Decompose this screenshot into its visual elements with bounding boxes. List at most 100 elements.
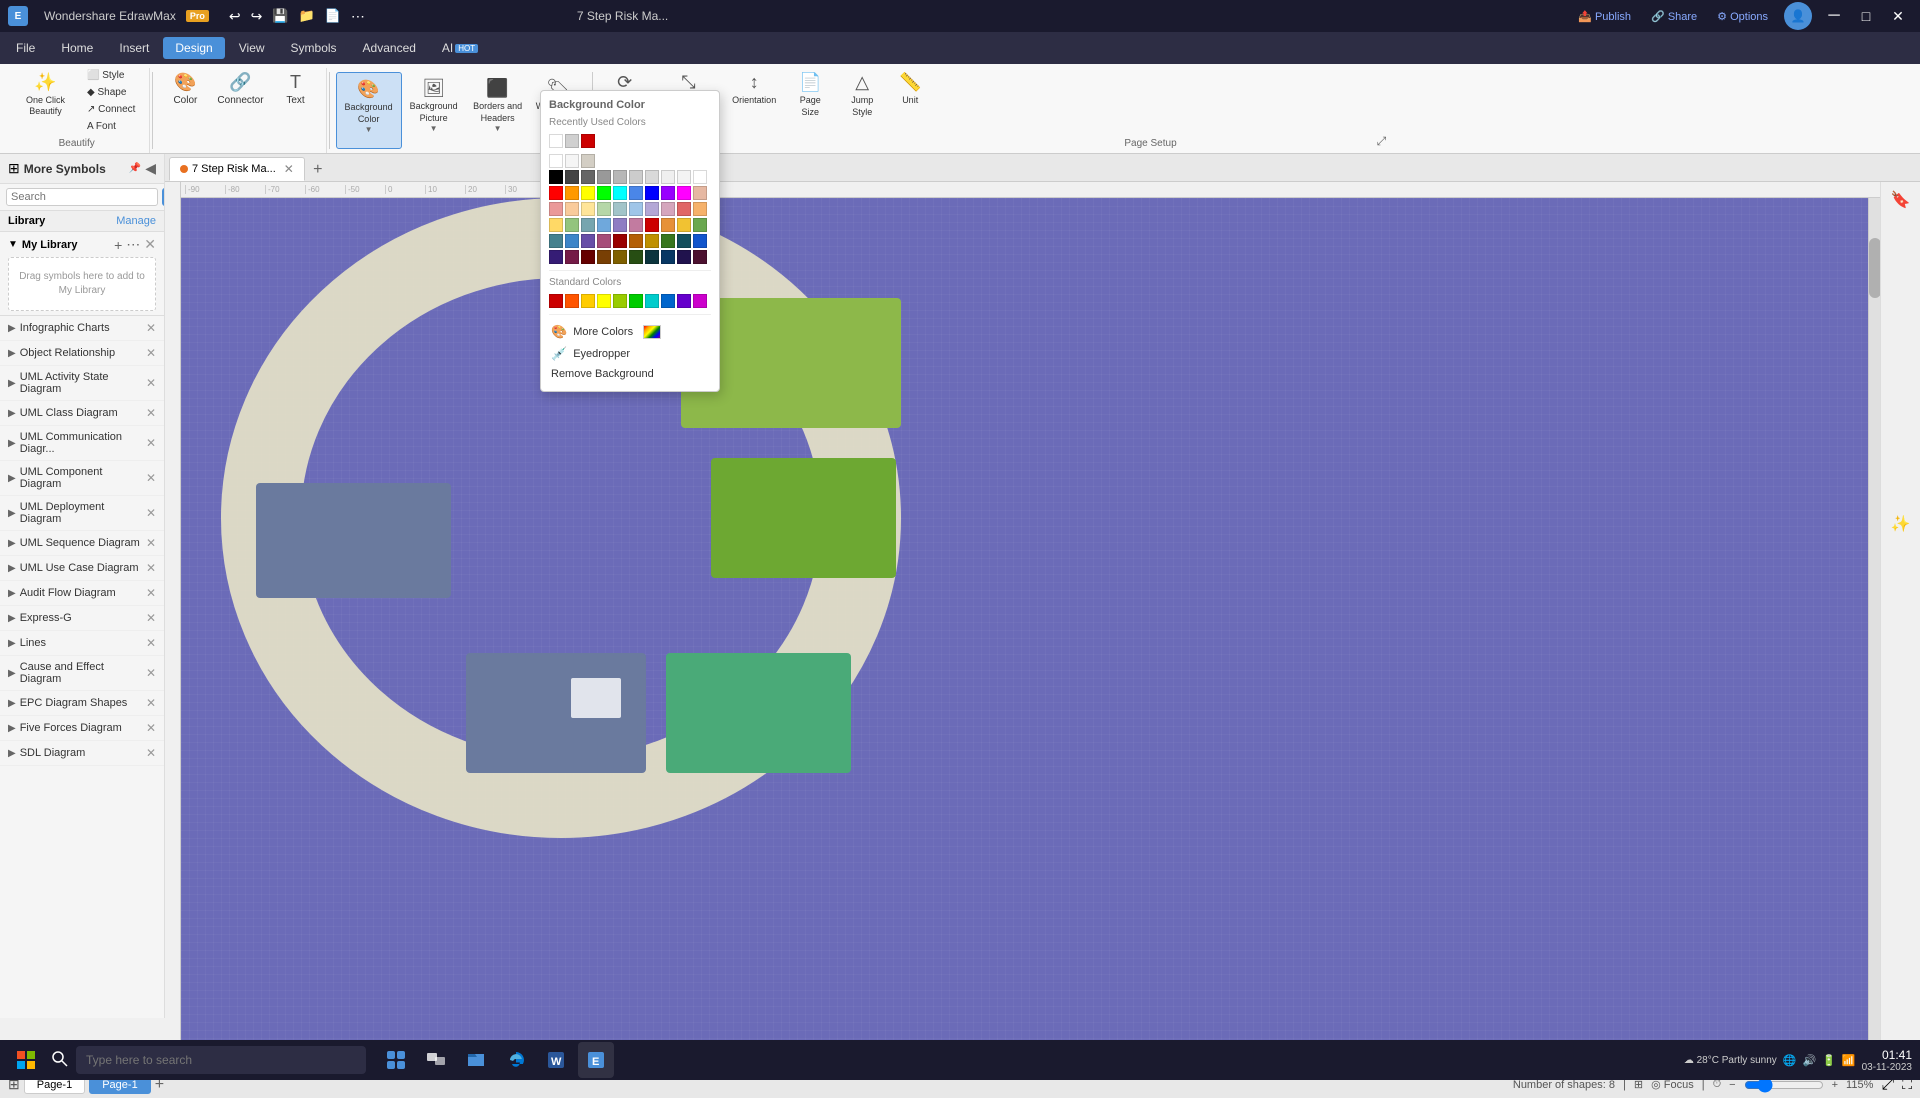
close-icon-1[interactable]: ✕	[146, 321, 156, 335]
recent-color-red[interactable]	[581, 134, 595, 148]
swatch-white2[interactable]	[565, 154, 579, 168]
cp-s-6-3[interactable]	[581, 250, 595, 264]
cp-s-5-5[interactable]	[613, 234, 627, 248]
cp-s-4-3[interactable]	[581, 218, 595, 232]
color-dropdown-button[interactable]: 🎨 Color	[163, 68, 207, 110]
close-icon-7[interactable]: ✕	[146, 506, 156, 520]
close-icon-16[interactable]: ✕	[146, 746, 156, 760]
font-btn[interactable]: A Font	[81, 119, 141, 134]
cp-s-3-10[interactable]	[693, 202, 707, 216]
std-green[interactable]	[629, 294, 643, 308]
jump-style-button[interactable]: △ JumpStyle	[838, 68, 886, 122]
cp-s-3-8[interactable]	[661, 202, 675, 216]
lib-item-audit[interactable]: ▶ Audit Flow Diagram ✕	[0, 581, 164, 606]
lib-item-epc[interactable]: ▶ EPC Diagram Shapes ✕	[0, 691, 164, 716]
connection-btn[interactable]: ↗ Connect	[81, 102, 141, 117]
language-icon[interactable]: 🌐	[1783, 1054, 1797, 1067]
cp-s-6-7[interactable]	[645, 250, 659, 264]
std-lime[interactable]	[613, 294, 627, 308]
close-icon-8[interactable]: ✕	[146, 536, 156, 550]
new-file-button[interactable]: 📄	[321, 6, 345, 27]
cp-s-1-3[interactable]	[581, 170, 595, 184]
cp-s-6-2[interactable]	[565, 250, 579, 264]
cp-s-1-2[interactable]	[565, 170, 579, 184]
zoom-in-button[interactable]: +	[1832, 1079, 1838, 1091]
taskbar-app-edge[interactable]	[498, 1042, 534, 1078]
cp-s-4-10[interactable]	[693, 218, 707, 232]
undo-button[interactable]: ↩	[225, 6, 245, 27]
cp-s-6-10[interactable]	[693, 250, 707, 264]
redo-button[interactable]: ↪	[247, 6, 267, 27]
cp-s-4-8[interactable]	[661, 218, 675, 232]
std-yellow[interactable]	[581, 294, 595, 308]
cp-s-6-6[interactable]	[629, 250, 643, 264]
background-color-button[interactable]: 🎨 BackgroundColor ▼	[336, 72, 402, 149]
cp-s-3-3[interactable]	[581, 202, 595, 216]
one-click-beautify-button[interactable]: ✨ One Click Beautify	[12, 68, 79, 121]
menu-file[interactable]: File	[4, 37, 47, 59]
tab-close-button[interactable]: ✕	[284, 162, 294, 176]
close-icon-14[interactable]: ✕	[146, 696, 156, 710]
cp-s-5-8[interactable]	[661, 234, 675, 248]
tab-add-button[interactable]: +	[307, 159, 329, 181]
tab-7step[interactable]: 7 Step Risk Ma... ✕	[169, 157, 305, 181]
cp-s-1-5[interactable]	[613, 170, 627, 184]
connector-dropdown-button[interactable]: 🔗 Connector	[211, 68, 269, 110]
cp-s-2-7[interactable]	[645, 186, 659, 200]
lib-item-infographic[interactable]: ▶ Infographic Charts ✕	[0, 316, 164, 341]
cp-s-4-6[interactable]	[629, 218, 643, 232]
wifi-icon[interactable]: 📶	[1842, 1054, 1856, 1067]
right-panel-btn-1[interactable]: 🔖	[1891, 190, 1911, 210]
cp-s-5-7[interactable]	[645, 234, 659, 248]
menu-ai[interactable]: AI HOT	[430, 37, 490, 59]
cp-s-1-10[interactable]	[693, 170, 707, 184]
style-btn[interactable]: ⬜ Style	[81, 68, 141, 83]
orientation-button[interactable]: ↕ Orientation	[726, 68, 782, 111]
lib-item-five-forces[interactable]: ▶ Five Forces Diagram ✕	[0, 716, 164, 741]
std-orange-red[interactable]	[565, 294, 579, 308]
lib-item-object[interactable]: ▶ Object Relationship ✕	[0, 341, 164, 366]
cp-s-5-10[interactable]	[693, 234, 707, 248]
cp-s-2-10[interactable]	[693, 186, 707, 200]
cp-s-4-5[interactable]	[613, 218, 627, 232]
maximize-button[interactable]: □	[1852, 2, 1880, 30]
cp-s-6-9[interactable]	[677, 250, 691, 264]
text-dropdown-button[interactable]: T Text	[274, 68, 318, 110]
cp-s-3-4[interactable]	[597, 202, 611, 216]
cp-s-1-9[interactable]	[677, 170, 691, 184]
cp-s-3-6[interactable]	[629, 202, 643, 216]
lib-item-lines[interactable]: ▶ Lines ✕	[0, 631, 164, 656]
my-library-add-button[interactable]: +	[114, 237, 122, 253]
start-button[interactable]	[8, 1042, 44, 1078]
more-colors-action[interactable]: 🎨 More Colors	[549, 321, 711, 343]
swatch-trans[interactable]	[581, 154, 595, 168]
close-icon-6[interactable]: ✕	[146, 471, 156, 485]
recent-color-white[interactable]	[549, 134, 563, 148]
cp-s-3-2[interactable]	[565, 202, 579, 216]
taskbar-app-multitasking[interactable]	[418, 1042, 454, 1078]
lib-item-uml-usecase[interactable]: ▶ UML Use Case Diagram ✕	[0, 556, 164, 581]
cp-s-6-1[interactable]	[549, 250, 563, 264]
cp-s-1-7[interactable]	[645, 170, 659, 184]
cp-s-1-6[interactable]	[629, 170, 643, 184]
close-icon-13[interactable]: ✕	[146, 666, 156, 680]
cp-s-4-7[interactable]	[645, 218, 659, 232]
cp-s-3-7[interactable]	[645, 202, 659, 216]
page-size-button[interactable]: 📄 PageSize	[786, 68, 834, 122]
cp-s-4-9[interactable]	[677, 218, 691, 232]
cp-s-4-1[interactable]	[549, 218, 563, 232]
menu-insert[interactable]: Insert	[107, 37, 161, 59]
std-purple[interactable]	[677, 294, 691, 308]
options-button[interactable]: ⚙ Options	[1709, 2, 1776, 30]
publish-button[interactable]: 📤 Publish	[1570, 2, 1639, 30]
lib-item-uml-activity[interactable]: ▶ UML Activity State Diagram ✕	[0, 366, 164, 401]
close-button[interactable]: ✕	[1884, 2, 1912, 30]
cp-s-2-1[interactable]	[549, 186, 563, 200]
cp-s-2-2[interactable]	[565, 186, 579, 200]
taskbar-app-widgets[interactable]	[378, 1042, 414, 1078]
canvas-area[interactable]	[181, 198, 1880, 1040]
close-icon-12[interactable]: ✕	[146, 636, 156, 650]
page-setup-expand-icon[interactable]: ⤢	[1377, 134, 1387, 149]
cp-s-3-9[interactable]	[677, 202, 691, 216]
cp-s-6-8[interactable]	[661, 250, 675, 264]
